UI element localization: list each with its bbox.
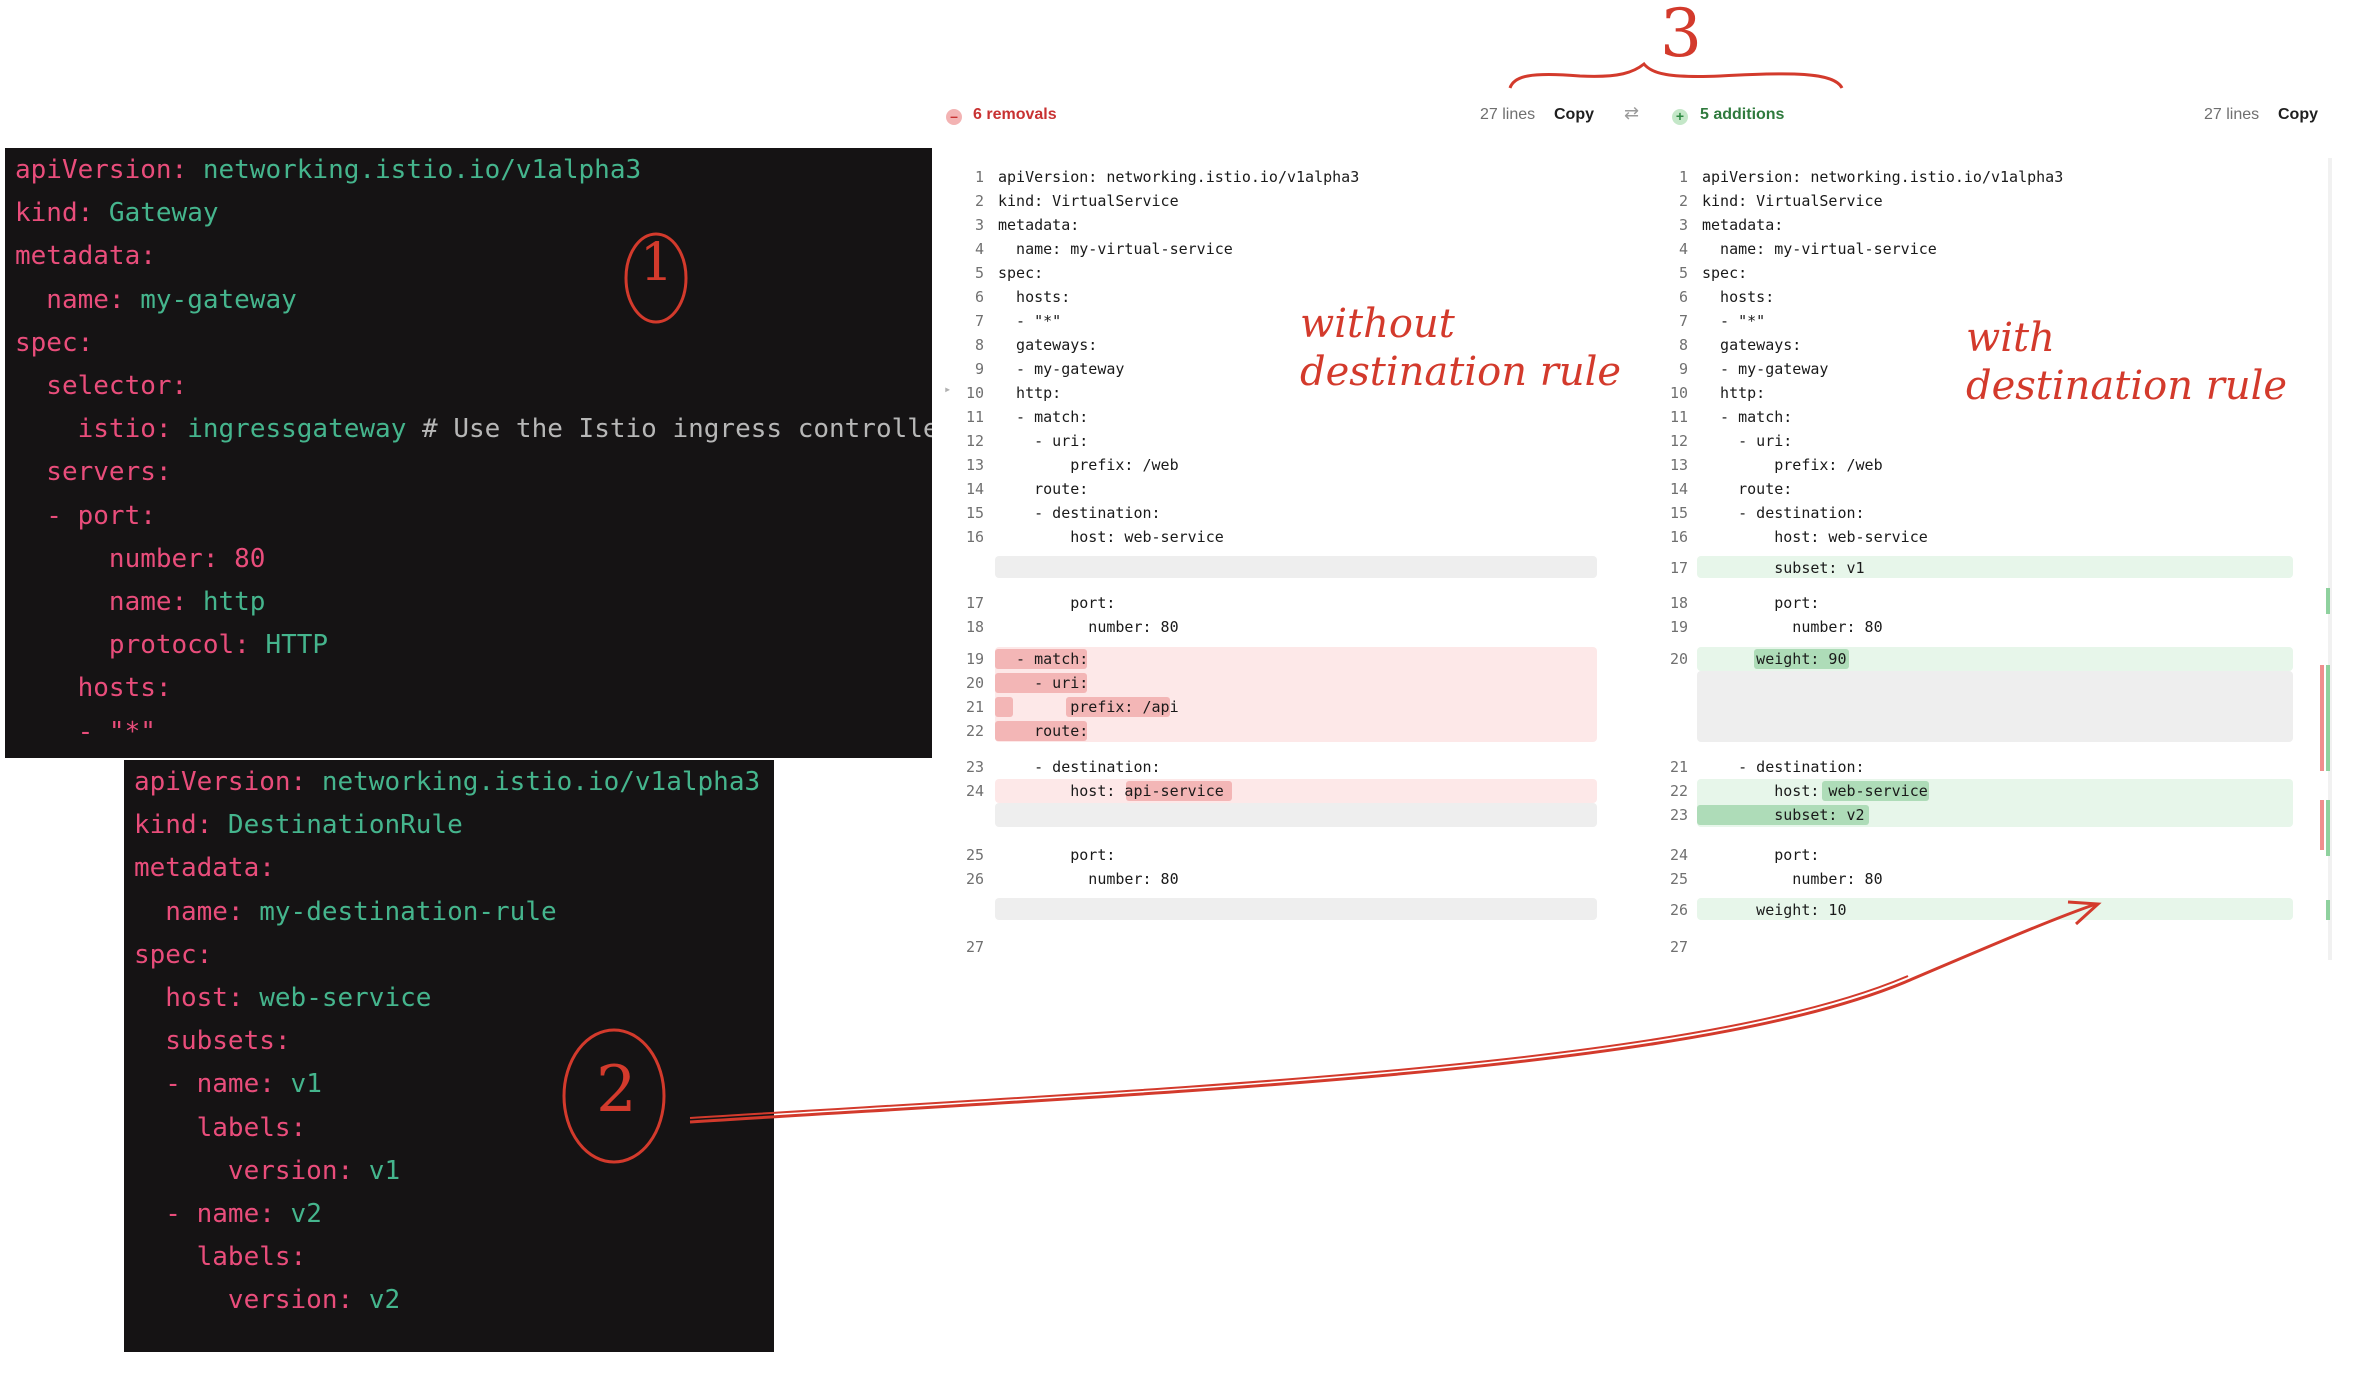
annotation-arrow-line [689,902,2097,1124]
annotation-brace-3 [1508,61,1844,89]
annotation-arrow-line [689,975,1909,1119]
annotation-drawing-layer [562,61,2102,1164]
annotation-circle-2 [562,1028,666,1164]
annotation-circle-1 [624,232,688,324]
